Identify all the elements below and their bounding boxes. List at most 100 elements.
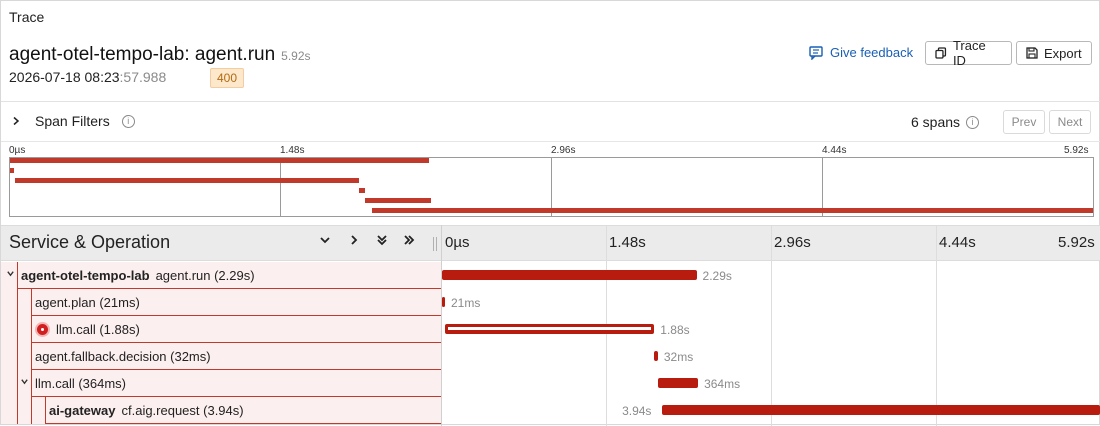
tree-guide bbox=[31, 289, 32, 316]
span-name: agent.plan (21ms) bbox=[35, 295, 140, 310]
span-filters-label: Span Filters bbox=[35, 113, 110, 129]
feedback-icon bbox=[809, 45, 823, 60]
span-operation: agent.run (2.29s) bbox=[155, 268, 255, 283]
timestamp-main: 2026-07-18 08:23 bbox=[9, 69, 120, 85]
trace-id-label: Trace ID bbox=[952, 38, 986, 68]
tree-guide bbox=[45, 397, 46, 424]
timeline-tick: 0µs bbox=[445, 234, 470, 251]
minimap-span-bar bbox=[364, 198, 432, 203]
span-count: 6 spans i bbox=[911, 114, 980, 130]
minimap-tick: 4.44s bbox=[822, 145, 847, 156]
collapse-all-button[interactable] bbox=[376, 233, 388, 249]
trace-minimap[interactable]: 0µs 1.48s 2.96s 4.44s 5.92s bbox=[9, 144, 1094, 217]
minimap-tick: 5.92s bbox=[1064, 145, 1089, 156]
span-bar[interactable] bbox=[442, 270, 697, 280]
span-bar[interactable] bbox=[442, 297, 445, 307]
chevron-down-icon bbox=[21, 379, 28, 385]
span-name: llm.call (1.88s) bbox=[35, 322, 140, 337]
span-row[interactable]: agent-otel-tempo-lab agent.run (2.29s) 2.2… bbox=[1, 262, 1100, 289]
tree-guide bbox=[17, 370, 18, 397]
tree-guide bbox=[17, 289, 18, 316]
span-duration-label: 21ms bbox=[451, 296, 481, 310]
expand-one-button[interactable] bbox=[348, 233, 360, 249]
span-service: ai-gateway bbox=[49, 403, 116, 418]
minimap-tick: 0µs bbox=[9, 145, 26, 156]
timeline-tick: 2.96s bbox=[774, 234, 811, 251]
span-name: agent.fallback.decision (32ms) bbox=[35, 349, 211, 364]
trace-id-button[interactable]: Trace ID bbox=[925, 38, 1012, 68]
minimap-span-bar bbox=[15, 178, 360, 183]
double-chevron-down-icon bbox=[377, 235, 387, 246]
minimap-grid-line bbox=[280, 157, 281, 217]
give-feedback-link[interactable]: Give feedback bbox=[809, 45, 913, 60]
minimap-span-bar bbox=[359, 188, 366, 193]
span-duration-label: 3.94s bbox=[622, 404, 652, 418]
trace-title: agent-otel-tempo-lab: agent.run 5.92s bbox=[9, 44, 311, 66]
prev-button[interactable]: Prev bbox=[1003, 110, 1045, 134]
timeline-tick: 5.92s bbox=[1058, 234, 1095, 251]
minimap-tick: 2.96s bbox=[551, 145, 576, 156]
collapse-one-button[interactable] bbox=[319, 233, 331, 249]
tree-guide bbox=[31, 343, 32, 370]
span-name: agent-otel-tempo-lab agent.run (2.29s) bbox=[21, 268, 255, 283]
span-duration-label: 1.88s bbox=[660, 323, 690, 337]
tree-guide bbox=[17, 397, 18, 424]
chevron-right-icon bbox=[13, 116, 20, 126]
service-operation-title: Service & Operation bbox=[9, 232, 171, 252]
span-bar[interactable] bbox=[662, 405, 1100, 415]
row-underline bbox=[45, 423, 441, 424]
tree-guide bbox=[31, 316, 32, 343]
tree-guide bbox=[31, 370, 32, 397]
save-icon bbox=[1026, 47, 1038, 59]
span-row[interactable]: agent.fallback.decision (32ms) 32ms bbox=[1, 343, 1100, 370]
chevron-down-icon bbox=[320, 237, 330, 244]
tree-guide bbox=[17, 262, 18, 289]
span-bar[interactable] bbox=[445, 324, 655, 334]
copy-icon bbox=[935, 47, 947, 59]
tree-guide bbox=[17, 316, 18, 343]
timeline-tick: 1.48s bbox=[609, 234, 646, 251]
span-duration-label: 32ms bbox=[663, 350, 694, 364]
export-button[interactable]: Export bbox=[1016, 41, 1092, 65]
status-badge: 400 bbox=[210, 68, 244, 88]
export-label: Export bbox=[1044, 45, 1082, 61]
expand-all-button[interactable] bbox=[403, 233, 415, 249]
minimap-span-bar bbox=[10, 158, 429, 163]
span-count-label: 6 spans bbox=[911, 114, 961, 130]
minimap-tick: 1.48s bbox=[280, 145, 305, 156]
span-service: agent-otel-tempo-lab bbox=[21, 268, 150, 283]
trace-timestamp: 2026-07-18 08:23:57.988 bbox=[9, 69, 166, 85]
span-operation: agent.plan (21ms) bbox=[35, 295, 140, 310]
span-bar[interactable] bbox=[654, 351, 658, 361]
next-button[interactable]: Next bbox=[1049, 110, 1091, 134]
error-icon bbox=[35, 322, 50, 337]
trace-duration: 5.92s bbox=[281, 49, 311, 63]
tree-guide bbox=[31, 397, 32, 424]
expand-toggle[interactable] bbox=[20, 375, 29, 389]
column-resize-handle[interactable] bbox=[433, 237, 437, 251]
tree-guide bbox=[17, 343, 18, 370]
span-row[interactable]: llm.call (364ms) 364ms bbox=[1, 370, 1100, 397]
span-operation: llm.call (1.88s) bbox=[56, 322, 140, 337]
span-duration-label: 364ms bbox=[704, 377, 741, 391]
expand-toggle[interactable] bbox=[6, 267, 15, 281]
span-row[interactable]: ai-gateway cf.aig.request (3.94s) 3.94s bbox=[1, 397, 1100, 424]
span-row[interactable]: llm.call (1.88s) 1.88s bbox=[1, 316, 1100, 343]
span-name: ai-gateway cf.aig.request (3.94s) bbox=[49, 403, 244, 418]
header-divider bbox=[1, 101, 1100, 102]
timestamp-ms: :57.988 bbox=[119, 69, 167, 85]
double-chevron-right-icon bbox=[404, 235, 415, 245]
span-filters-toggle[interactable]: Span Filters i bbox=[11, 113, 135, 129]
trace-name: agent-otel-tempo-lab: agent.run bbox=[9, 44, 276, 65]
chevron-right-icon bbox=[351, 235, 358, 245]
span-operation: cf.aig.request (3.94s) bbox=[121, 403, 244, 418]
info-icon: i bbox=[121, 114, 135, 128]
span-duration-label: 2.29s bbox=[702, 269, 732, 283]
feedback-label: Give feedback bbox=[830, 45, 914, 60]
minimap-divider bbox=[1, 141, 1100, 142]
span-bar[interactable] bbox=[657, 378, 699, 388]
section-title: Trace bbox=[9, 9, 45, 25]
trace-panel: Trace agent-otel-tempo-lab: agent.run 5.9… bbox=[0, 0, 1100, 426]
timeline-tick: 4.44s bbox=[939, 234, 976, 251]
span-row[interactable]: agent.plan (21ms) 21ms bbox=[1, 289, 1100, 316]
